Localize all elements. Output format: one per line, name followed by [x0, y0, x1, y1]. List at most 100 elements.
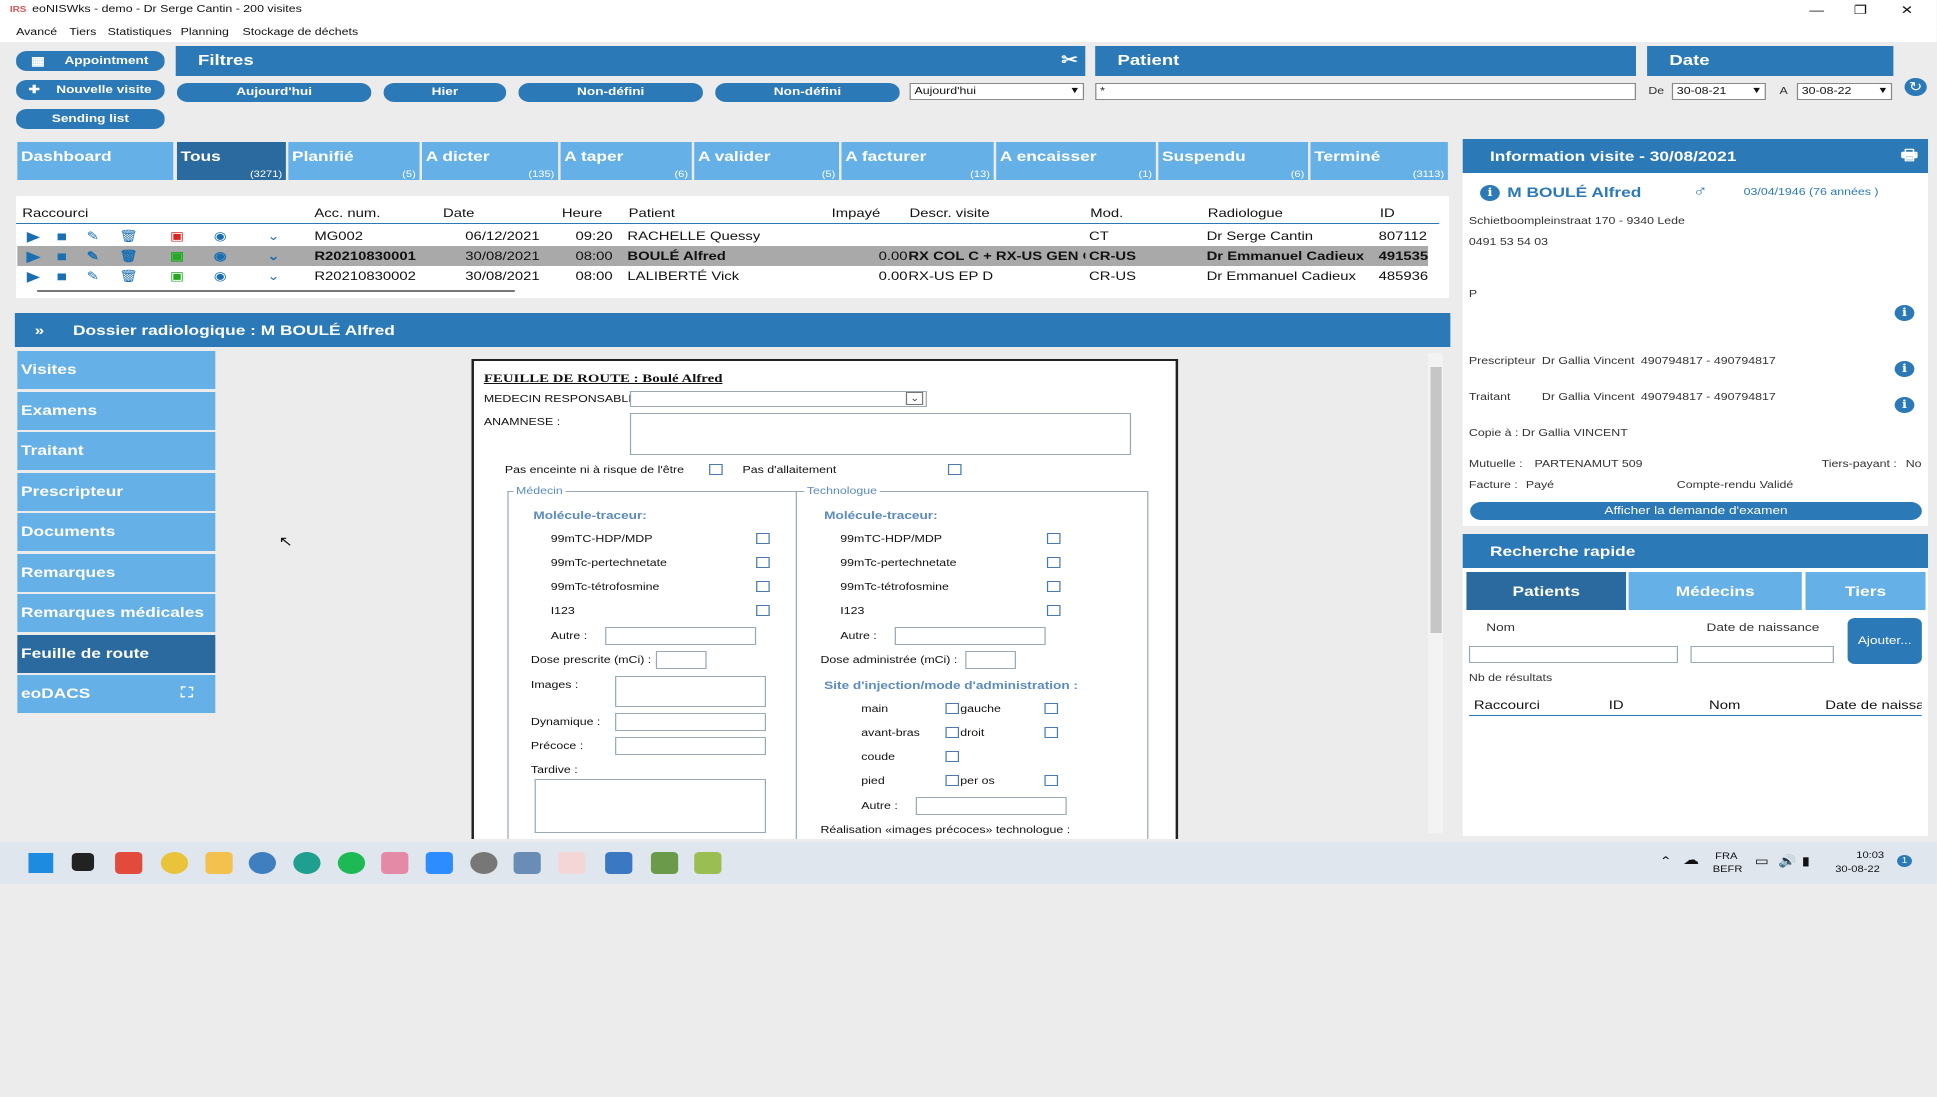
- search-col-nom[interactable]: Nom: [1709, 698, 1740, 712]
- search-col-dob[interactable]: Date de naissa: [1825, 698, 1922, 712]
- clock-time[interactable]: 10:03: [1856, 850, 1884, 860]
- sidebar-item-eodacs[interactable]: eoDACS ⛶: [17, 675, 216, 713]
- edit-icon[interactable]: ✎: [84, 269, 101, 283]
- report-red-icon[interactable]: ▣: [168, 229, 185, 243]
- search-add-button[interactable]: Ajouter...: [1847, 618, 1922, 664]
- expand-icon[interactable]: ⛶: [181, 684, 193, 701]
- trash-icon[interactable]: 🗑: [119, 249, 138, 263]
- patient-search-input[interactable]: *: [1095, 83, 1636, 100]
- med-mol-4-checkbox[interactable]: [756, 605, 770, 616]
- col-acc-num[interactable]: Acc. num.: [314, 206, 380, 220]
- tab-planifie[interactable]: Planifié (5): [288, 142, 420, 180]
- spotify-icon[interactable]: [337, 852, 366, 874]
- col-radiologue[interactable]: Radiologue: [1208, 206, 1283, 220]
- site-main-checkbox[interactable]: [945, 703, 960, 714]
- lang-code[interactable]: FRA: [1715, 851, 1737, 861]
- info-icon[interactable]: i: [1894, 361, 1915, 377]
- tab-dashboard[interactable]: Dashboard: [17, 142, 174, 180]
- play-icon[interactable]: ▶: [25, 248, 42, 264]
- precoce-input[interactable]: [615, 737, 767, 755]
- menu-stockage[interactable]: Stockage de déchets: [243, 27, 359, 38]
- tech-mol-2-checkbox[interactable]: [1046, 557, 1061, 568]
- table-row[interactable]: ▶ ■ ✎ 🗑 ▣ ◉ ⌄ MG002 06/12/2021 09:20 RAC…: [17, 226, 1429, 246]
- print-icon[interactable]: 🖶: [1901, 139, 1919, 173]
- col-impaye[interactable]: Impayé: [832, 206, 881, 220]
- content-vscrollbar[interactable]: [1428, 353, 1443, 833]
- scrollbar-thumb[interactable]: [1430, 367, 1442, 633]
- tab-a-dicter[interactable]: A dicter (135): [421, 142, 559, 180]
- col-id[interactable]: ID: [1380, 206, 1395, 220]
- app-icon-3[interactable]: [381, 852, 409, 874]
- sidebar-item-visites[interactable]: Visites: [17, 351, 216, 389]
- menu-statistiques[interactable]: Statistiques: [108, 27, 172, 38]
- chevron-down-icon[interactable]: ⌄: [265, 229, 282, 243]
- search-col-id[interactable]: ID: [1609, 698, 1624, 712]
- app-icon-4[interactable]: [470, 852, 498, 874]
- filter-yesterday-button[interactable]: Hier: [383, 83, 507, 102]
- report-green-icon[interactable]: ▣: [168, 249, 185, 263]
- date-to-select[interactable]: 30-08-22 ▼: [1796, 83, 1893, 100]
- sidebar-item-feuille-de-route[interactable]: Feuille de route: [17, 635, 216, 673]
- tab-termine[interactable]: Terminé (3113): [1310, 142, 1448, 180]
- tardive-input[interactable]: [534, 779, 767, 833]
- tab-tous[interactable]: Tous (3271): [176, 142, 286, 180]
- stop-icon[interactable]: ■: [53, 228, 70, 244]
- play-icon[interactable]: ▶: [25, 228, 42, 244]
- report-green-icon[interactable]: ▣: [168, 269, 185, 283]
- tab-a-taper[interactable]: A taper (6): [560, 142, 692, 180]
- tech-autre-input[interactable]: [894, 627, 1046, 645]
- sidebar-item-documents[interactable]: Documents: [17, 513, 216, 551]
- battery-icon[interactable]: ▮: [1802, 854, 1810, 868]
- medecin-resp-select[interactable]: ⌄: [629, 391, 927, 407]
- search-tab-medecins[interactable]: Médecins: [1628, 572, 1802, 610]
- app-icon-2[interactable]: [248, 852, 276, 874]
- table-row[interactable]: ▶ ■ ✎ 🗑 ▣ ◉ ⌄ R20210830001 30/08/2021 08…: [17, 246, 1429, 266]
- site-per-os-checkbox[interactable]: [1044, 775, 1059, 786]
- new-visit-button[interactable]: ✚ Nouvelle visite: [16, 80, 165, 100]
- sidebar-item-examens[interactable]: Examens: [17, 392, 216, 430]
- med-mol-2-checkbox[interactable]: [756, 557, 770, 568]
- filter-period-select[interactable]: Aujourd'hui ▼: [909, 83, 1085, 100]
- med-mol-1-checkbox[interactable]: [756, 533, 770, 544]
- maximize-button[interactable]: ❐: [1854, 3, 1867, 17]
- col-mod[interactable]: Mod.: [1090, 206, 1123, 220]
- images-input[interactable]: [615, 676, 767, 707]
- lang-region[interactable]: BEFR: [1713, 864, 1743, 874]
- sidebar-item-traitant[interactable]: Traitant: [17, 432, 216, 470]
- app-icon-5[interactable]: [513, 852, 541, 874]
- pas-enceinte-checkbox[interactable]: [709, 464, 723, 475]
- search-tab-patients[interactable]: Patients: [1466, 572, 1627, 610]
- table-row[interactable]: ▶ ■ ✎ 🗑 ▣ ◉ ⌄ R20210830002 30/08/2021 08…: [17, 266, 1429, 286]
- tech-mol-1-checkbox[interactable]: [1046, 533, 1061, 544]
- tab-a-valider[interactable]: A valider (5): [694, 142, 840, 180]
- sidebar-item-remarques-medicales[interactable]: Remarques médicales: [17, 594, 216, 632]
- site-droit-checkbox[interactable]: [1044, 727, 1059, 738]
- site-pied-checkbox[interactable]: [945, 775, 960, 786]
- col-patient[interactable]: Patient: [629, 206, 675, 220]
- sending-list-button[interactable]: Sending list: [16, 109, 165, 129]
- filter-undefined-button-2[interactable]: Non-défini: [715, 83, 900, 102]
- search-dob-input[interactable]: [1690, 646, 1834, 663]
- edit-icon[interactable]: ✎: [84, 229, 101, 243]
- eye-icon[interactable]: ◉: [212, 229, 229, 243]
- menu-planning[interactable]: Planning: [181, 27, 229, 38]
- eye-icon[interactable]: ◉: [212, 269, 229, 283]
- clock-date[interactable]: 30-08-22: [1835, 864, 1880, 874]
- chrome-icon[interactable]: [160, 852, 189, 874]
- table-hscrollbar[interactable]: [37, 290, 515, 292]
- tech-mol-4-checkbox[interactable]: [1046, 605, 1061, 616]
- irs-app-icon[interactable]: [558, 852, 586, 874]
- taskview-icon[interactable]: [71, 853, 95, 871]
- network-icon[interactable]: ▭: [1755, 854, 1769, 868]
- app-icon-1[interactable]: [115, 852, 143, 874]
- trash-icon[interactable]: 🗑: [119, 229, 138, 243]
- tools-icon[interactable]: ✂: [1061, 46, 1078, 76]
- site-gauche-checkbox[interactable]: [1044, 703, 1059, 714]
- menu-avance[interactable]: Avancé: [16, 27, 57, 38]
- col-heure[interactable]: Heure: [562, 206, 602, 220]
- site-autre-input[interactable]: [915, 797, 1067, 815]
- anamnese-input[interactable]: [629, 413, 1132, 455]
- search-tab-tiers[interactable]: Tiers: [1805, 572, 1926, 610]
- stop-icon[interactable]: ■: [53, 268, 70, 284]
- pas-allait-checkbox[interactable]: [947, 464, 962, 475]
